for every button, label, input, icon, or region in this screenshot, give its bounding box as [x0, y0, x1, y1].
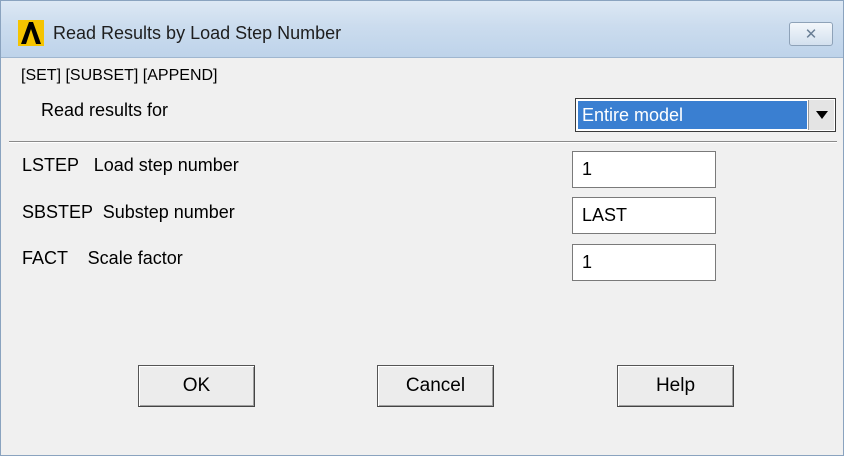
read-results-label: Read results for	[41, 100, 169, 120]
ok-button[interactable]: OK	[138, 365, 255, 407]
ansys-logo-icon	[18, 20, 44, 46]
close-button[interactable]: ✕	[789, 22, 833, 46]
help-button[interactable]: Help	[617, 365, 734, 407]
dialog-body: [SET] [SUBSET] [APPEND] Read results for…	[9, 58, 837, 450]
window-title: Read Results by Load Step Number	[53, 23, 342, 43]
sbstep-label: SBSTEP Substep number	[22, 202, 235, 222]
command-label: [SET] [SUBSET] [APPEND]	[21, 67, 218, 84]
title-bar[interactable]: Read Results by Load Step Number ✕	[1, 1, 843, 58]
lstep-input[interactable]	[572, 151, 716, 188]
sbstep-input[interactable]	[572, 197, 716, 234]
dialog-window: Read Results by Load Step Number ✕ [SET]…	[0, 0, 844, 456]
cancel-button[interactable]: Cancel	[377, 365, 494, 407]
fact-label: FACT Scale factor	[22, 248, 183, 268]
close-icon: ✕	[804, 26, 818, 43]
lstep-label: LSTEP Load step number	[22, 155, 239, 175]
read-results-value: Entire model	[578, 101, 807, 129]
read-results-select[interactable]: Entire model	[575, 98, 836, 132]
divider	[9, 141, 837, 143]
fact-input[interactable]	[572, 244, 716, 281]
dropdown-arrow-icon[interactable]	[808, 100, 834, 130]
